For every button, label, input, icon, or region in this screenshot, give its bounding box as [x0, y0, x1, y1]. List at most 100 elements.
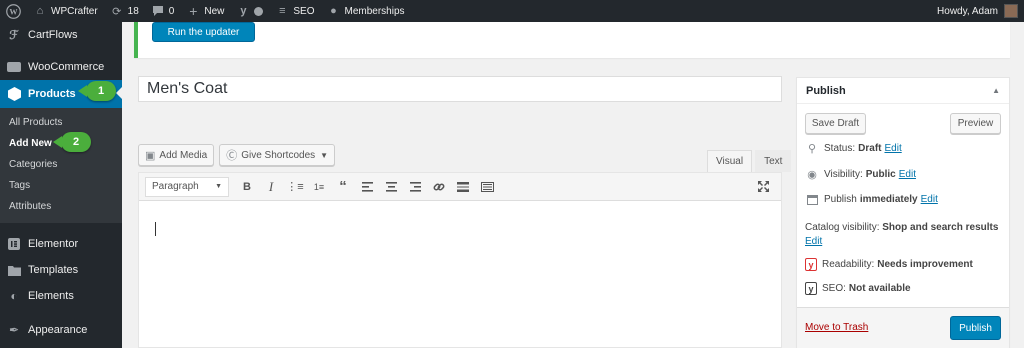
publish-box-footer: Move to Trash Publish: [797, 307, 1009, 348]
tab-visual[interactable]: Visual: [707, 150, 753, 172]
sidebar-item-label: WooCommerce: [28, 61, 105, 73]
numbered-list-icon[interactable]: 1≡: [307, 176, 331, 198]
yoast-seo-icon: y: [805, 282, 817, 295]
sidebar-item-label: Elements: [28, 290, 74, 302]
woocommerce-icon: [6, 59, 22, 75]
italic-icon[interactable]: I: [259, 176, 283, 198]
add-media-icon: ▣: [145, 149, 156, 162]
submenu-tags[interactable]: Tags: [0, 175, 122, 196]
my-account-link[interactable]: Howdy, Adam: [931, 0, 1024, 22]
calendar-icon: [805, 194, 819, 205]
edit-schedule-link[interactable]: Edit: [921, 194, 938, 205]
preview-button[interactable]: Preview: [950, 113, 1001, 134]
format-select[interactable]: Paragraph ▼: [145, 176, 229, 197]
seo-row: y SEO: Not available: [797, 282, 914, 295]
memberships-icon: ●: [330, 5, 337, 17]
align-right-icon[interactable]: [403, 176, 427, 198]
plus-icon: +: [189, 3, 198, 19]
visibility-value: Public: [865, 169, 896, 180]
elements-icon: ◐: [10, 289, 18, 303]
blockquote-icon[interactable]: “: [331, 176, 355, 198]
chevron-down-icon: ▼: [320, 150, 329, 160]
comment-icon: [151, 4, 165, 18]
publish-button[interactable]: Publish: [950, 316, 1001, 340]
status-row: ⚲ Status: Draft Edit: [797, 142, 902, 155]
sidebar-item-templates[interactable]: Templates: [0, 257, 122, 283]
collapse-arrow-icon[interactable]: ▲: [992, 86, 1000, 95]
seo-icon: ≡: [279, 5, 286, 17]
callout-badge-2: 2: [53, 132, 91, 152]
seo-value: Not available: [848, 283, 911, 294]
comments-link[interactable]: 0: [145, 0, 181, 22]
bold-icon[interactable]: B: [235, 176, 259, 198]
submenu-attributes[interactable]: Attributes: [0, 196, 122, 217]
status-label: Status:: [824, 143, 856, 154]
save-draft-button[interactable]: Save Draft: [805, 113, 866, 134]
svg-text:W: W: [9, 7, 18, 16]
sidebar-item-appearance[interactable]: ✒ Appearance: [0, 317, 122, 343]
new-label: New: [204, 5, 225, 17]
sidebar-item-cartflows[interactable]: ℱ CartFlows: [0, 22, 122, 48]
yoast-icon: y: [240, 5, 247, 17]
media-buttons: ▣ Add Media Ⓒ Give Shortcodes ▼: [138, 144, 340, 166]
fullscreen-icon[interactable]: [751, 176, 775, 198]
status-value: Draft: [858, 143, 882, 154]
seo-label: SEO: [293, 5, 315, 17]
align-left-icon[interactable]: [355, 176, 379, 198]
memberships-label: Memberships: [344, 5, 405, 17]
pin-icon: ⚲: [807, 143, 817, 155]
visibility-label: Visibility:: [824, 169, 863, 180]
edit-catalog-visibility-link[interactable]: Edit: [805, 236, 822, 247]
new-content-link[interactable]: + New: [180, 0, 230, 22]
memberships-link[interactable]: ● Memberships: [321, 0, 411, 22]
editor-toolbar: Paragraph ▼ B I ⋮≡ 1≡ “: [139, 173, 781, 201]
edit-status-link[interactable]: Edit: [884, 143, 901, 154]
seo-link[interactable]: ≡ SEO: [269, 0, 320, 22]
give-shortcodes-button[interactable]: Ⓒ Give Shortcodes ▼: [219, 144, 336, 166]
updates-icon: ⟳: [112, 5, 122, 18]
align-center-icon[interactable]: [379, 176, 403, 198]
products-icon: [6, 86, 22, 102]
comments-count: 0: [168, 5, 175, 17]
move-to-trash-link[interactable]: Move to Trash: [805, 322, 868, 333]
home-icon: ⌂: [36, 5, 44, 17]
sidebar-item-label: Templates: [28, 264, 79, 276]
toolbar-toggle-icon[interactable]: [475, 176, 499, 198]
edit-visibility-link[interactable]: Edit: [899, 169, 916, 180]
brush-icon: ✒: [8, 323, 20, 337]
publish-box-header[interactable]: Publish ▲: [797, 78, 1009, 104]
yoast-link[interactable]: y: [230, 0, 269, 22]
seo-label: SEO:: [822, 283, 846, 294]
wordpress-logo-icon[interactable]: W: [0, 0, 27, 22]
sidebar-item-woocommerce[interactable]: WooCommerce: [0, 54, 122, 80]
sidebar-item-elements[interactable]: ◐ Elements: [0, 283, 122, 309]
updates-count: 18: [127, 5, 139, 17]
give-shortcodes-label: Give Shortcodes: [241, 149, 316, 161]
add-media-button[interactable]: ▣ Add Media: [138, 144, 215, 166]
product-title-input[interactable]: Men's Coat: [138, 76, 782, 102]
sidebar-item-label: CartFlows: [28, 29, 78, 41]
sidebar-item-label: Elementor: [28, 238, 79, 250]
sidebar-item-elementor[interactable]: Elementor: [0, 231, 122, 257]
updates-link[interactable]: ⟳ 18: [104, 0, 145, 22]
bullet-list-icon[interactable]: ⋮≡: [283, 176, 307, 198]
tab-text[interactable]: Text: [755, 150, 792, 172]
elementor-icon: [6, 236, 22, 252]
format-select-value: Paragraph: [152, 181, 199, 192]
yoast-readability-icon: y: [805, 258, 817, 271]
run-updater-button[interactable]: Run the updater: [152, 22, 255, 42]
submenu-categories[interactable]: Categories: [0, 154, 122, 175]
link-icon[interactable]: [427, 176, 451, 198]
eye-icon: ◉: [807, 169, 817, 181]
folder-icon: [6, 262, 22, 278]
site-name-link[interactable]: ⌂ WPCrafter: [27, 0, 104, 22]
callout-badge-1: 1: [78, 81, 116, 101]
submenu-all-products[interactable]: All Products: [0, 112, 122, 133]
cartflows-icon: ℱ: [9, 28, 19, 42]
chevron-down-icon: ▼: [215, 183, 222, 190]
admin-sidebar: ℱ CartFlows WooCommerce Products All Pro…: [0, 22, 122, 348]
give-icon: Ⓒ: [226, 150, 238, 162]
read-more-icon[interactable]: [451, 176, 475, 198]
schedule-row: Publish immediately Edit: [797, 194, 938, 205]
content-editor[interactable]: Paragraph ▼ B I ⋮≡ 1≡ “: [138, 172, 782, 348]
